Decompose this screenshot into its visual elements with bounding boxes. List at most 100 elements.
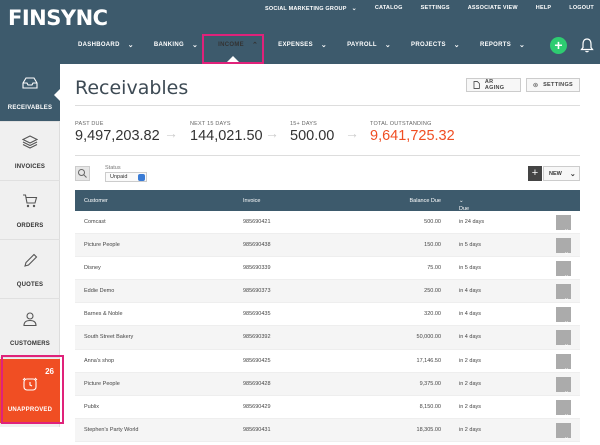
header-balance-due[interactable]: Balance Due [410, 198, 442, 204]
new-dropdown-button[interactable]: NEW ⌄ [543, 166, 580, 181]
balance-due-cell: 8,150.00 [419, 403, 441, 410]
settings-link[interactable]: SETTINGS [421, 5, 450, 12]
org-switcher[interactable]: SOCIAL MARKETING GROUP ⌄ [247, 5, 357, 12]
balance-due-cell: 320.00 [424, 311, 441, 318]
stat-label: NEXT 15 DAYS [190, 121, 231, 127]
sidebar-item-receivables[interactable]: RECEIVABLES [0, 64, 60, 122]
balance-due-cell: 17,146.50 [416, 357, 441, 364]
sidebar-item-customers[interactable]: CUSTOMERS [0, 300, 60, 358]
header-invoice[interactable]: Invoice [243, 198, 260, 204]
header-due[interactable]: Due ⌄ [459, 198, 469, 212]
bell-icon[interactable] [580, 38, 594, 53]
row-actions-button[interactable]: ⌄ [556, 376, 571, 395]
sidebar-item-invoices[interactable]: INVOICES [0, 123, 60, 181]
ar-aging-button[interactable]: AR AGING [466, 78, 521, 92]
stat-value: 9,641,725.32 [370, 128, 455, 144]
balance-due-cell: 75.00 [427, 265, 441, 272]
row-actions-button[interactable]: ⌄ [556, 353, 571, 372]
table-row[interactable]: Picture People 985690438 150.00 in 5 days ⌄ [75, 234, 580, 258]
app-logo[interactable]: FINSYNC [8, 6, 108, 30]
due-cell: in 5 days [459, 265, 482, 272]
add-button[interactable]: + [550, 37, 567, 54]
inbox-icon [22, 77, 38, 89]
select-arrow-icon [138, 174, 145, 181]
sidebar-item-quotes[interactable]: QUOTES [0, 241, 60, 299]
chevron-down-icon: ⌄ [351, 6, 357, 12]
stat-label: 15+ DAYS [290, 121, 318, 127]
associate-view-link[interactable]: ASSOCIATE VIEW [468, 5, 518, 12]
help-link[interactable]: HELP [536, 5, 551, 12]
due-cell: in 4 days [459, 288, 482, 295]
invoice-cell: 985690373 [243, 288, 271, 295]
unapproved-highlight-box [1, 355, 64, 424]
nav-expenses[interactable]: EXPENSES ⌄ [278, 40, 327, 50]
status-filter-select[interactable]: Unpaid [105, 172, 147, 182]
table-row[interactable]: Eddie Demo 985690373 250.00 in 4 days ⌄ [75, 280, 580, 304]
sidebar-item-orders[interactable]: ORDERS [0, 182, 60, 240]
row-actions-button[interactable]: ⌄ [556, 215, 571, 233]
balance-due-cell: 50,000.00 [416, 334, 441, 341]
new-plus-button[interactable]: + [528, 166, 542, 181]
cart-icon [23, 194, 38, 208]
row-actions-button[interactable]: ⌄ [556, 399, 571, 418]
invoice-cell: 985690425 [243, 357, 271, 364]
table-row[interactable]: Picture People 985690428 9,375.00 in 2 days… [75, 372, 580, 396]
settings-button[interactable]: SETTINGS [526, 78, 580, 92]
row-actions-button[interactable]: ⌄ [556, 307, 571, 325]
chevron-down-icon: ⌄ [320, 42, 328, 49]
header-customer[interactable]: Customer [84, 198, 108, 204]
due-cell: in 24 days [459, 219, 485, 225]
nav-payroll[interactable]: PAYROLL ⌄ [347, 40, 391, 50]
invoice-cell: 985690392 [243, 334, 271, 341]
balance-due-cell: 9,375.00 [419, 380, 441, 387]
income-highlight-box [202, 34, 264, 64]
balance-due-cell: 150.00 [424, 242, 441, 249]
new-label: NEW [549, 170, 562, 177]
search-button[interactable] [75, 166, 90, 181]
row-actions-button[interactable]: ⌄ [556, 284, 571, 302]
row-actions-button[interactable]: ⌄ [556, 422, 571, 441]
status-filter-value: Unpaid [110, 174, 128, 180]
row-actions-button[interactable]: ⌄ [556, 238, 571, 256]
row-actions-button[interactable]: ⌄ [556, 261, 571, 279]
nav-projects[interactable]: PROJECTS ⌄ [411, 40, 460, 50]
table-row[interactable]: Comcast 985690421 500.00 in 24 days ⌄ [75, 211, 580, 235]
invoice-cell: 985690435 [243, 311, 271, 318]
table-row[interactable]: Barnes & Noble 985690435 320.00 in 4 days ⌄ [75, 303, 580, 327]
invoice-cell: 985690438 [243, 242, 271, 249]
nav-reports[interactable]: REPORTS ⌄ [480, 40, 525, 50]
sidebar-item-label: ORDERS [16, 223, 44, 229]
logout-link[interactable]: LOGOUT [569, 5, 594, 12]
customer-cell: Comcast [84, 219, 106, 225]
top-links: SOCIAL MARKETING GROUP ⌄ CATALOG SETTINGS… [229, 5, 594, 12]
due-cell: in 5 days [459, 242, 482, 249]
sidebar-item-label: INVOICES [14, 164, 46, 170]
catalog-link[interactable]: CATALOG [375, 5, 403, 12]
search-icon [78, 169, 87, 178]
nav-projects-label: PROJECTS [411, 42, 446, 48]
table-row[interactable]: Stephen's Party World 985690431 18,305.00 i… [75, 418, 580, 442]
nav-reports-label: REPORTS [479, 42, 512, 48]
sidebar-item-label: QUOTES [16, 282, 44, 288]
chevron-down-icon: ⌄ [569, 170, 576, 178]
table-row[interactable]: South Street Bakery 985690392 50,000.00 in … [75, 326, 580, 350]
ar-aging-label: AR AGING [484, 79, 505, 91]
table-row[interactable]: Anna's shop 985690425 17,146.50 in 2 days ⌄ [75, 350, 580, 373]
customer-cell: Picture People [84, 380, 120, 387]
table-row[interactable]: Disney 985690339 75.00 in 5 days ⌄ [75, 257, 580, 281]
pencil-icon [24, 253, 38, 267]
balance-due-cell: 500.00 [424, 219, 441, 225]
due-cell: in 2 days [459, 426, 482, 433]
row-actions-button[interactable]: ⌄ [556, 330, 571, 348]
invoice-cell: 985690428 [243, 380, 271, 387]
stat-label: PAST DUE [75, 121, 104, 127]
stat-15-plus-days: 15+ DAYS 500.00 [290, 121, 334, 144]
main-nav: DASHBOARD ⌄ BANKING ⌄ INCOME ⌃ EXPENSES ⌄ PA… [78, 40, 545, 50]
customer-cell: Disney [84, 265, 101, 272]
stat-value: 500.00 [290, 128, 335, 144]
nav-banking[interactable]: BANKING ⌄ [154, 40, 198, 50]
sidebar-item-label: RECEIVABLES [7, 105, 53, 111]
document-icon [473, 81, 480, 89]
table-row[interactable]: Publix 985690429 8,150.00 in 2 days ⌄ [75, 396, 580, 419]
nav-dashboard[interactable]: DASHBOARD ⌄ [78, 40, 134, 50]
